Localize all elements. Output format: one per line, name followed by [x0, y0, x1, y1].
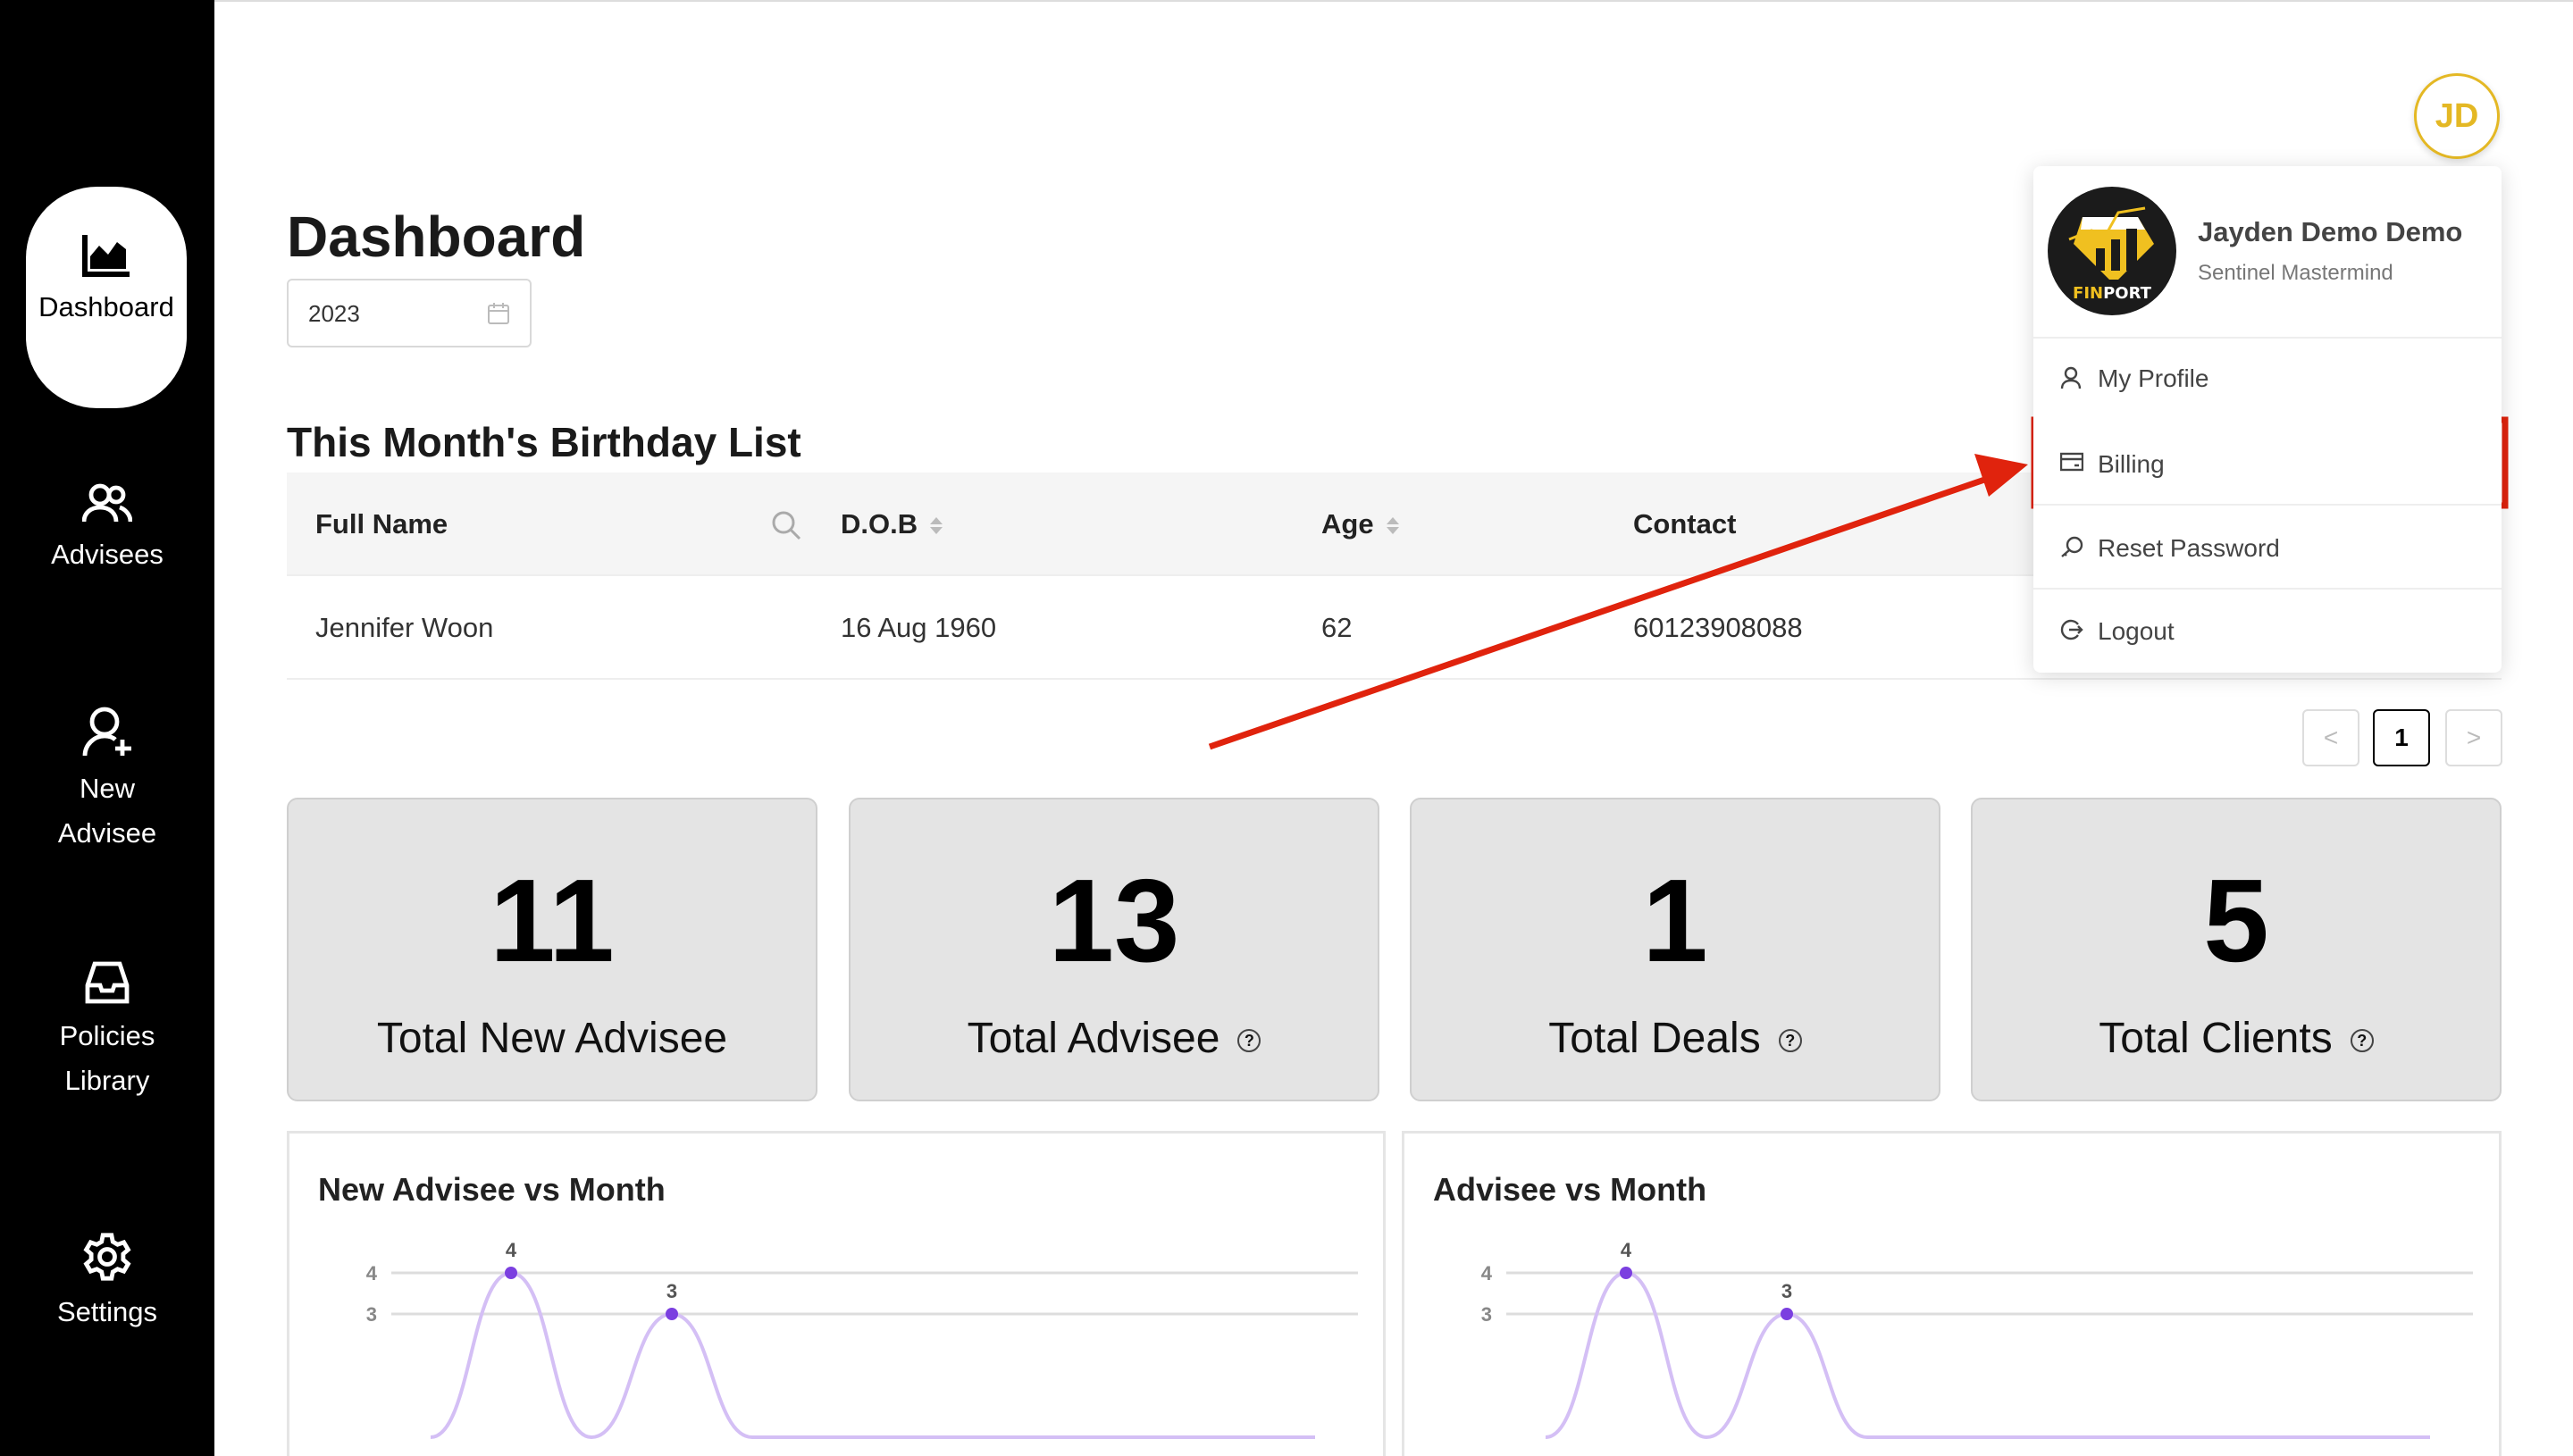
help-icon[interactable]: ?: [1778, 1029, 1802, 1053]
data-label: 4: [1621, 1239, 1632, 1261]
menu-label: Logout: [2098, 617, 2175, 645]
top-border: [214, 0, 2573, 2]
cell-contact: 60123908088: [1633, 612, 1803, 643]
logout-icon: [2060, 619, 2083, 640]
year-picker[interactable]: 2023: [287, 279, 532, 347]
y-tick-label: 4: [1481, 1262, 1493, 1284]
sidebar-item-label: Policies Library: [59, 1020, 155, 1096]
data-label: 4: [506, 1239, 517, 1261]
chart-advisee-vs-month: Advisee vs Month 3443: [1402, 1131, 2502, 1456]
y-tick-label: 3: [366, 1303, 377, 1326]
year-value: 2023: [308, 300, 360, 327]
cell-name: Jennifer Woon: [315, 612, 494, 643]
menu-item-billing[interactable]: Billing: [2033, 423, 2502, 506]
sidebar-item-label: Dashboard: [38, 291, 174, 322]
column-full-name: Full Name: [315, 508, 448, 540]
data-label: 3: [1781, 1280, 1792, 1302]
help-icon[interactable]: ?: [1237, 1029, 1261, 1053]
stat-label: Total Clients: [2099, 1015, 2333, 1062]
y-tick-label: 3: [1481, 1303, 1492, 1326]
divider: [2033, 588, 2502, 590]
chart-plot: 3 4 4 3: [366, 1239, 1358, 1440]
sort-icon: [930, 515, 943, 537]
sidebar: Dashboard Advisees New Advisee Policies …: [0, 0, 214, 1456]
sidebar-item-label: Settings: [56, 1296, 157, 1327]
stat-label: Total Advisee: [967, 1015, 1220, 1062]
prev-page-button[interactable]: <: [2302, 709, 2359, 766]
stat-label: Total New Advisee: [376, 1015, 728, 1062]
menu-item-reset-password[interactable]: Reset Password: [2033, 507, 2502, 590]
column-label: D.O.B: [841, 508, 918, 540]
stat-value: 1: [1642, 855, 1708, 986]
search-icon[interactable]: [771, 510, 801, 540]
user-icon: [2060, 366, 2082, 389]
stat-card-total-new-advisee: 11 Total New Advisee: [287, 798, 817, 1101]
user-add-icon: [82, 707, 131, 757]
stat-value: 11: [490, 855, 615, 986]
stat-card-total-deals: 1 Total Deals?: [1410, 798, 1940, 1101]
column-age[interactable]: Age: [1321, 473, 1399, 576]
profile-name: Jayden Demo Demo: [2198, 216, 2463, 247]
users-icon: [82, 483, 132, 523]
svg-text:FINPORT: FINPORT: [2073, 284, 2152, 303]
cell-dob: 16 Aug 1960: [841, 612, 997, 643]
avatar[interactable]: JD: [2414, 73, 2500, 159]
sidebar-item-label: Advisees: [51, 539, 163, 570]
stat-value: 5: [2203, 855, 2269, 986]
stat-value: 13: [1048, 855, 1180, 986]
menu-label: Reset Password: [2098, 534, 2280, 562]
column-contact: Contact: [1633, 508, 1737, 540]
y-tick-label: 4: [366, 1262, 378, 1284]
data-point[interactable]: [666, 1308, 678, 1320]
stat-label: Total Deals: [1548, 1015, 1761, 1062]
sidebar-item-advisees[interactable]: Advisees: [0, 482, 214, 577]
stat-card-total-clients: 5 Total Clients?: [1971, 798, 2502, 1101]
chart-new-advisee-vs-month: New Advisee vs Month 3443: [287, 1131, 1386, 1456]
data-point[interactable]: [1620, 1267, 1632, 1279]
page-title: Dashboard: [287, 205, 586, 269]
menu-item-my-profile[interactable]: My Profile: [2033, 338, 2502, 420]
profile-dropdown: FINPORT Jayden Demo Demo Sentinel Master…: [2033, 166, 2502, 673]
stat-card-total-advisee: 13 Total Advisee?: [849, 798, 1379, 1101]
menu-item-logout[interactable]: Logout: [2033, 590, 2502, 673]
data-point[interactable]: [1781, 1308, 1793, 1320]
menu-label: Billing: [2098, 450, 2165, 478]
profile-role: Sentinel Mastermind: [2198, 261, 2393, 285]
divider: [2033, 504, 2502, 506]
sidebar-item-settings[interactable]: Settings: [0, 1231, 214, 1335]
key-icon: [2061, 536, 2083, 557]
sidebar-item-dashboard[interactable]: Dashboard: [26, 187, 187, 408]
series-line: [1545, 1270, 2430, 1440]
page-1-button[interactable]: 1: [2373, 709, 2430, 766]
menu-label: My Profile: [2098, 364, 2209, 392]
data-point[interactable]: [505, 1267, 517, 1279]
sidebar-item-new-advisee[interactable]: New Advisee: [0, 706, 214, 856]
cell-age: 62: [1321, 612, 1353, 643]
area-chart-icon: [82, 235, 130, 277]
help-icon[interactable]: ?: [2350, 1029, 2374, 1053]
birthday-list-title: This Month's Birthday List: [287, 419, 801, 465]
sidebar-item-label: New Advisee: [57, 773, 157, 849]
inbox-icon: [85, 961, 130, 1004]
chart-plot: 3 4 4 3: [1481, 1239, 2473, 1440]
next-page-button[interactable]: >: [2445, 709, 2502, 766]
series-line: [430, 1270, 1315, 1440]
finport-logo: FINPORT: [2048, 187, 2176, 315]
sort-icon: [1386, 515, 1399, 537]
calendar-icon: [488, 303, 509, 324]
column-dob[interactable]: D.O.B: [841, 473, 943, 576]
gear-icon: [83, 1233, 131, 1281]
column-label: Age: [1321, 508, 1374, 540]
credit-card-icon: [2060, 452, 2083, 472]
data-label: 3: [666, 1280, 677, 1302]
sidebar-item-policies-library[interactable]: Policies Library: [0, 960, 214, 1103]
